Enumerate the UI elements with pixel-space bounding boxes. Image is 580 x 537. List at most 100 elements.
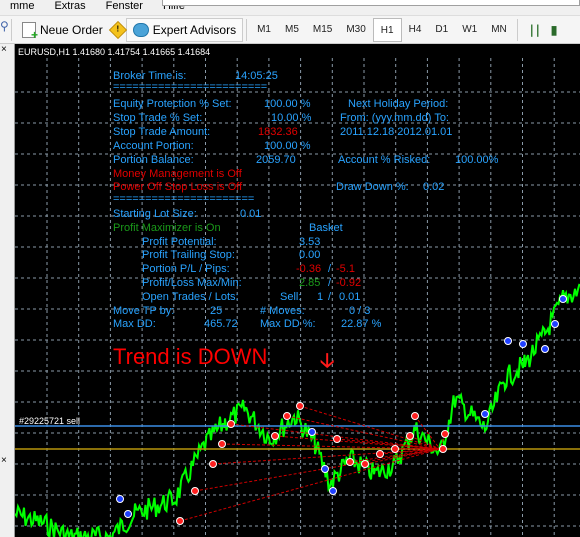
open-trades-count: 1 — [317, 291, 324, 303]
buy-marker — [116, 495, 124, 503]
separator — [11, 18, 12, 41]
sell-marker — [441, 430, 449, 438]
power-off-sl-status: Power Off Stop Loss is Off — [113, 181, 243, 193]
buy-marker — [559, 295, 567, 303]
trade-link-line — [194, 448, 441, 492]
buy-marker — [519, 340, 527, 348]
pl-maxmin-label: Profit/Loss Max/Min: — [142, 277, 242, 289]
sell-marker — [391, 445, 399, 453]
stop-pct-value: 10.00 % — [271, 112, 312, 124]
sell-marker — [333, 435, 341, 443]
stop-pct-label: Stop Trade % Set: — [113, 112, 203, 124]
lot-label: Starting Lot Size: — [113, 208, 197, 220]
portion-pl-label: Portion P/L / Pips: — [142, 263, 230, 275]
divider: ====================== — [113, 193, 255, 205]
arrow-down-icon: 🡣 — [320, 350, 335, 372]
menu-fenster[interactable]: Fenster — [96, 0, 153, 14]
price-chart[interactable]: EURUSD,H1 1.41680 1.41754 1.41665 1.4168… — [15, 44, 580, 537]
portion-pl-value: -0.36 — [296, 263, 322, 275]
risked-value: 100.00% — [455, 154, 499, 166]
profit-maximizer-status: Profit Maximizer is On — [113, 222, 221, 234]
portion-value: 100.00 % — [264, 140, 311, 152]
sell-marker — [346, 458, 354, 466]
stop-amt-label: Stop Trade Amount: — [113, 126, 211, 138]
tf-mn[interactable]: MN — [484, 18, 514, 42]
tf-h1[interactable]: H1 — [372, 17, 402, 42]
new-order-button[interactable]: + Neue Order — [15, 18, 110, 42]
close-icon[interactable]: × — [1, 44, 7, 55]
bar-chart-icon[interactable]: ∣∣ — [529, 23, 541, 37]
open-trades-label: Open Trades / Lots: — [142, 291, 239, 303]
sell-marker — [439, 445, 447, 453]
tf-m1[interactable]: M1 — [250, 18, 278, 42]
trend-status: Trend is DOWN — [113, 344, 268, 369]
window-frame — [162, 0, 580, 6]
navigator-panel: × × — [0, 44, 15, 537]
divider: ======================== — [113, 81, 268, 93]
balance-value: 2059.70 — [256, 154, 296, 166]
drawdown-label: Draw Down %: — [336, 181, 409, 193]
buy-marker — [308, 428, 316, 436]
trailing-stop-value: 0.00 — [299, 249, 321, 261]
sell-marker — [411, 412, 419, 420]
separator-slash: / — [328, 277, 332, 289]
lot-value: 0.01 — [240, 208, 262, 220]
holiday-dates: 2011.12.18 2012.01.01 — [340, 126, 453, 138]
separator — [246, 18, 248, 41]
profit-potential-value: 3.53 — [299, 236, 321, 248]
basket-heading: Basket — [309, 222, 343, 234]
sell-marker — [218, 440, 226, 448]
tf-m15[interactable]: M15 — [306, 18, 339, 42]
drawdown-value: 0.02 — [423, 181, 445, 193]
max-dd-pct-label: Max DD %: — [260, 318, 316, 330]
toolbar: ⚲ + Neue Order ! Expert Advisors M1 M5 M… — [0, 15, 580, 44]
sell-marker — [283, 412, 291, 420]
pl-max-value: 2.85 — [299, 277, 321, 289]
zoom-icon[interactable]: ⚲ — [0, 19, 9, 41]
profit-potential-label: Profit Potential: — [142, 236, 217, 248]
new-order-icon: + — [22, 21, 38, 41]
equity-value: 100.00 % — [264, 98, 311, 110]
tf-h4[interactable]: H4 — [402, 18, 429, 42]
sell-marker — [376, 450, 384, 458]
moves-label: # Moves: — [260, 305, 305, 317]
open-trades-lots: 0.01 — [339, 291, 361, 303]
balance-label: Portion Balance: — [113, 154, 194, 166]
tf-m5[interactable]: M5 — [278, 18, 306, 42]
sell-marker — [209, 460, 217, 468]
sell-marker — [227, 420, 235, 428]
portion-label: Account Portion: — [113, 140, 194, 152]
buy-marker — [551, 320, 559, 328]
buy-marker — [321, 465, 329, 473]
sell-marker — [271, 432, 279, 440]
tf-m30[interactable]: M30 — [339, 18, 372, 42]
buy-marker — [329, 487, 337, 495]
max-dd-pct-value: 22.87 % — [341, 318, 382, 330]
sell-marker — [176, 517, 184, 525]
separator — [516, 18, 518, 41]
candlestick-icon[interactable]: ▮ — [551, 23, 558, 37]
order-line-label[interactable]: #29225721 sell — [19, 416, 80, 426]
separator-slash: / — [328, 263, 332, 275]
sell-marker — [406, 432, 414, 440]
holiday-label: Next Holiday Period: — [348, 98, 449, 110]
expert-advisors-label: Expert Advisors — [152, 22, 237, 37]
menu-extras[interactable]: Extras — [44, 0, 95, 14]
trailing-stop-label: Profit Trailing Stop: — [142, 249, 235, 261]
buy-marker — [504, 337, 512, 345]
warning-icon[interactable]: ! — [108, 20, 127, 39]
tf-w1[interactable]: W1 — [455, 18, 484, 42]
pl-min-value: -0.92 — [336, 277, 362, 289]
new-order-label: Neue Order — [40, 22, 103, 37]
menu-item[interactable]: mme — [0, 0, 44, 14]
tf-d1[interactable]: D1 — [428, 18, 455, 42]
stop-amt-value: 1832.36 — [258, 126, 298, 138]
sell-marker — [361, 460, 369, 468]
holiday-format: From: (yyy.mm.dd) To: — [340, 112, 449, 124]
trade-link-line — [212, 448, 441, 465]
money-management-status: Money Management is Off — [113, 168, 242, 180]
expert-advisors-button[interactable]: Expert Advisors — [125, 17, 244, 42]
menu-bar: mme Extras Fenster Hilfe — [0, 0, 580, 14]
equity-label: Equity Protection % Set: — [113, 98, 232, 110]
close-icon[interactable]: × — [1, 455, 7, 466]
